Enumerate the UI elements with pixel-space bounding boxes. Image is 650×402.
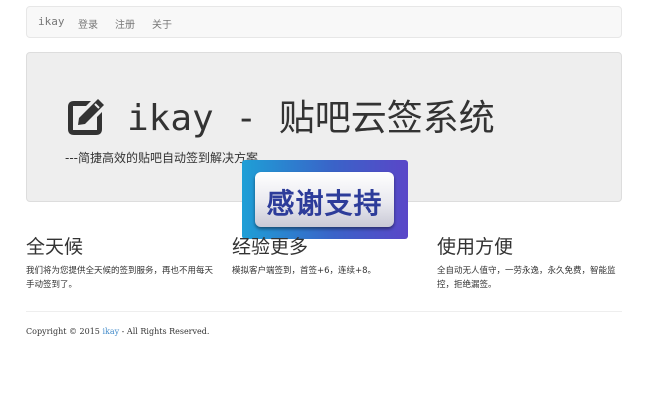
thanks-badge-text: 感谢支持: [266, 187, 383, 220]
nav-link-about[interactable]: 关于: [152, 16, 172, 31]
feature-all-day: 全天候 我们将为您提供全天候的签到服务，再也不用每天手动签到了。: [26, 234, 216, 292]
feature-title: 经验更多: [232, 236, 309, 258]
footer-divider: [26, 311, 622, 312]
nav-link-login[interactable]: 登录: [78, 16, 98, 31]
feature-easy-use: 使用方便 全自动无人值守，一劳永逸，永久免费，智能监控，拒绝漏签。: [437, 234, 627, 292]
feature-description: 模拟客户端签到，首签+6，连续+8。: [232, 266, 377, 276]
footer: Copyright © 2015 ikay - All Rights Reser…: [26, 327, 209, 336]
navbar: ikay 登录 注册 关于: [26, 6, 622, 38]
feature-description: 我们将为您提供全天候的签到服务，再也不用每天手动签到了。: [26, 266, 214, 290]
feature-title: 全天候: [26, 236, 84, 258]
footer-copyright: Copyright © 2015: [26, 327, 103, 336]
feature-description: 全自动无人值守，一劳永逸，永久免费，智能监控，拒绝漏签。: [437, 266, 616, 290]
hero-subtitle: ---简捷高效的贴吧自动签到解决方案: [65, 151, 258, 165]
hero-title: ikay - 贴吧云签系统: [127, 98, 495, 139]
nav-link-register[interactable]: 注册: [115, 16, 135, 31]
feature-more-exp: 经验更多 模拟客户端签到，首签+6，连续+8。: [232, 234, 422, 278]
thanks-badge[interactable]: 感谢支持: [242, 160, 408, 239]
footer-rights: - All Rights Reserved.: [119, 327, 210, 336]
page: ikay 登录 注册 关于 ikay - 贴吧云签系统 ---简捷高效的贴吧自动…: [0, 0, 650, 402]
thanks-badge-inner: 感谢支持: [255, 172, 394, 227]
feature-title: 使用方便: [437, 236, 514, 258]
edit-icon: [68, 99, 104, 135]
navbar-brand[interactable]: ikay: [38, 15, 65, 28]
footer-link-ikay[interactable]: ikay: [102, 327, 119, 336]
